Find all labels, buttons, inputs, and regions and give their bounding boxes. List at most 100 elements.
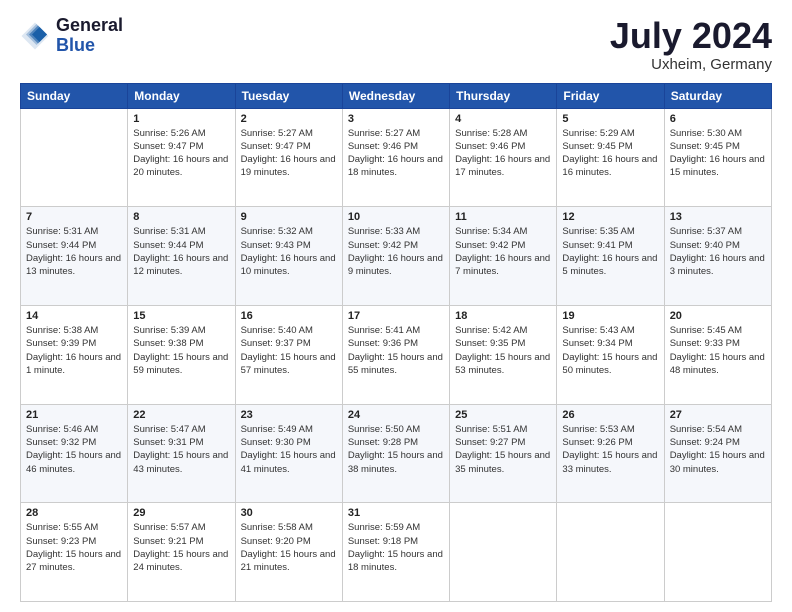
header-row: SundayMondayTuesdayWednesdayThursdayFrid… bbox=[21, 83, 772, 108]
day-number: 9 bbox=[241, 211, 337, 223]
day-cell: 30 Sunrise: 5:58 AMSunset: 9:20 PMDayligh… bbox=[235, 503, 342, 602]
day-number: 17 bbox=[348, 310, 444, 322]
day-cell: 6 Sunrise: 5:30 AMSunset: 9:45 PMDaylight… bbox=[664, 108, 771, 207]
day-cell: 5 Sunrise: 5:29 AMSunset: 9:45 PMDaylight… bbox=[557, 108, 664, 207]
day-info: Sunrise: 5:58 AMSunset: 9:20 PMDaylight:… bbox=[241, 521, 337, 574]
day-info: Sunrise: 5:40 AMSunset: 9:37 PMDaylight:… bbox=[241, 324, 337, 377]
day-number: 31 bbox=[348, 507, 444, 519]
day-number: 10 bbox=[348, 211, 444, 223]
day-info: Sunrise: 5:49 AMSunset: 9:30 PMDaylight:… bbox=[241, 423, 337, 476]
page: General Blue July 2024 Uxheim, Germany S… bbox=[0, 0, 792, 612]
day-cell: 24 Sunrise: 5:50 AMSunset: 9:28 PMDayligh… bbox=[342, 404, 449, 503]
header-cell-tuesday: Tuesday bbox=[235, 83, 342, 108]
day-cell: 22Sunrise: 5:47 AMSunset: 9:31 PMDayligh… bbox=[128, 404, 235, 503]
day-info: Sunrise: 5:45 AMSunset: 9:33 PMDaylight:… bbox=[670, 324, 766, 377]
calendar-table: SundayMondayTuesdayWednesdayThursdayFrid… bbox=[20, 83, 772, 602]
day-cell: 11Sunrise: 5:34 AMSunset: 9:42 PMDayligh… bbox=[450, 207, 557, 306]
day-info: Sunrise: 5:59 AMSunset: 9:18 PMDaylight:… bbox=[348, 521, 444, 574]
logo-text: General Blue bbox=[56, 16, 123, 56]
week-row-2: 7 Sunrise: 5:31 AMSunset: 9:44 PMDaylight… bbox=[21, 207, 772, 306]
day-info: Sunrise: 5:32 AMSunset: 9:43 PMDaylight:… bbox=[241, 225, 337, 278]
day-info: Sunrise: 5:35 AMSunset: 9:41 PMDaylight:… bbox=[562, 225, 658, 278]
day-info: Sunrise: 5:31 AMSunset: 9:44 PMDaylight:… bbox=[133, 225, 229, 278]
day-cell: 26 Sunrise: 5:53 AMSunset: 9:26 PMDayligh… bbox=[557, 404, 664, 503]
day-cell: 18Sunrise: 5:42 AMSunset: 9:35 PMDayligh… bbox=[450, 305, 557, 404]
day-number: 14 bbox=[26, 310, 122, 322]
day-cell: 15Sunrise: 5:39 AMSunset: 9:38 PMDayligh… bbox=[128, 305, 235, 404]
day-cell: 25Sunrise: 5:51 AMSunset: 9:27 PMDayligh… bbox=[450, 404, 557, 503]
day-info: Sunrise: 5:53 AMSunset: 9:26 PMDaylight:… bbox=[562, 423, 658, 476]
day-info: Sunrise: 5:43 AMSunset: 9:34 PMDaylight:… bbox=[562, 324, 658, 377]
day-cell: 3 Sunrise: 5:27 AMSunset: 9:46 PMDaylight… bbox=[342, 108, 449, 207]
day-number: 7 bbox=[26, 211, 122, 223]
day-number: 4 bbox=[455, 113, 551, 125]
day-number: 3 bbox=[348, 113, 444, 125]
day-cell: 13Sunrise: 5:37 AMSunset: 9:40 PMDayligh… bbox=[664, 207, 771, 306]
day-cell: 10 Sunrise: 5:33 AMSunset: 9:42 PMDayligh… bbox=[342, 207, 449, 306]
header-cell-sunday: Sunday bbox=[21, 83, 128, 108]
day-number: 28 bbox=[26, 507, 122, 519]
day-cell: 21Sunrise: 5:46 AMSunset: 9:32 PMDayligh… bbox=[21, 404, 128, 503]
day-number: 27 bbox=[670, 409, 766, 421]
day-cell: 1Sunrise: 5:26 AMSunset: 9:47 PMDaylight… bbox=[128, 108, 235, 207]
day-cell: 12Sunrise: 5:35 AMSunset: 9:41 PMDayligh… bbox=[557, 207, 664, 306]
day-cell: 23 Sunrise: 5:49 AMSunset: 9:30 PMDayligh… bbox=[235, 404, 342, 503]
day-info: Sunrise: 5:41 AMSunset: 9:36 PMDaylight:… bbox=[348, 324, 444, 377]
header: General Blue July 2024 Uxheim, Germany bbox=[20, 16, 772, 73]
day-cell bbox=[664, 503, 771, 602]
day-cell: 2 Sunrise: 5:27 AMSunset: 9:47 PMDaylight… bbox=[235, 108, 342, 207]
day-cell bbox=[557, 503, 664, 602]
day-cell: 7 Sunrise: 5:31 AMSunset: 9:44 PMDaylight… bbox=[21, 207, 128, 306]
title-block: July 2024 Uxheim, Germany bbox=[610, 16, 772, 73]
day-number: 5 bbox=[562, 113, 658, 125]
day-info: Sunrise: 5:38 AMSunset: 9:39 PMDaylight:… bbox=[26, 324, 122, 377]
day-number: 30 bbox=[241, 507, 337, 519]
week-row-4: 21Sunrise: 5:46 AMSunset: 9:32 PMDayligh… bbox=[21, 404, 772, 503]
day-number: 21 bbox=[26, 409, 122, 421]
day-number: 6 bbox=[670, 113, 766, 125]
day-number: 1 bbox=[133, 113, 229, 125]
day-info: Sunrise: 5:31 AMSunset: 9:44 PMDaylight:… bbox=[26, 225, 122, 278]
day-number: 18 bbox=[455, 310, 551, 322]
day-cell: 20 Sunrise: 5:45 AMSunset: 9:33 PMDayligh… bbox=[664, 305, 771, 404]
day-number: 16 bbox=[241, 310, 337, 322]
day-number: 23 bbox=[241, 409, 337, 421]
day-cell: 16 Sunrise: 5:40 AMSunset: 9:37 PMDayligh… bbox=[235, 305, 342, 404]
logo-icon bbox=[20, 21, 50, 51]
day-info: Sunrise: 5:47 AMSunset: 9:31 PMDaylight:… bbox=[133, 423, 229, 476]
week-row-5: 28 Sunrise: 5:55 AMSunset: 9:23 PMDayligh… bbox=[21, 503, 772, 602]
day-number: 2 bbox=[241, 113, 337, 125]
day-number: 8 bbox=[133, 211, 229, 223]
day-info: Sunrise: 5:29 AMSunset: 9:45 PMDaylight:… bbox=[562, 127, 658, 180]
day-info: Sunrise: 5:55 AMSunset: 9:23 PMDaylight:… bbox=[26, 521, 122, 574]
day-info: Sunrise: 5:34 AMSunset: 9:42 PMDaylight:… bbox=[455, 225, 551, 278]
week-row-1: 1Sunrise: 5:26 AMSunset: 9:47 PMDaylight… bbox=[21, 108, 772, 207]
day-info: Sunrise: 5:27 AMSunset: 9:47 PMDaylight:… bbox=[241, 127, 337, 180]
day-number: 24 bbox=[348, 409, 444, 421]
day-cell: 8 Sunrise: 5:31 AMSunset: 9:44 PMDaylight… bbox=[128, 207, 235, 306]
day-cell: 4Sunrise: 5:28 AMSunset: 9:46 PMDaylight… bbox=[450, 108, 557, 207]
day-info: Sunrise: 5:37 AMSunset: 9:40 PMDaylight:… bbox=[670, 225, 766, 278]
logo-line2: Blue bbox=[56, 36, 123, 56]
day-cell bbox=[450, 503, 557, 602]
header-cell-wednesday: Wednesday bbox=[342, 83, 449, 108]
day-info: Sunrise: 5:33 AMSunset: 9:42 PMDaylight:… bbox=[348, 225, 444, 278]
day-cell: 14 Sunrise: 5:38 AMSunset: 9:39 PMDayligh… bbox=[21, 305, 128, 404]
day-cell: 9 Sunrise: 5:32 AMSunset: 9:43 PMDaylight… bbox=[235, 207, 342, 306]
day-number: 19 bbox=[562, 310, 658, 322]
day-number: 20 bbox=[670, 310, 766, 322]
day-info: Sunrise: 5:30 AMSunset: 9:45 PMDaylight:… bbox=[670, 127, 766, 180]
header-cell-friday: Friday bbox=[557, 83, 664, 108]
day-info: Sunrise: 5:27 AMSunset: 9:46 PMDaylight:… bbox=[348, 127, 444, 180]
header-cell-monday: Monday bbox=[128, 83, 235, 108]
day-number: 29 bbox=[133, 507, 229, 519]
day-cell: 19 Sunrise: 5:43 AMSunset: 9:34 PMDayligh… bbox=[557, 305, 664, 404]
day-info: Sunrise: 5:54 AMSunset: 9:24 PMDaylight:… bbox=[670, 423, 766, 476]
day-info: Sunrise: 5:50 AMSunset: 9:28 PMDaylight:… bbox=[348, 423, 444, 476]
week-row-3: 14 Sunrise: 5:38 AMSunset: 9:39 PMDayligh… bbox=[21, 305, 772, 404]
day-cell: 29Sunrise: 5:57 AMSunset: 9:21 PMDayligh… bbox=[128, 503, 235, 602]
day-number: 15 bbox=[133, 310, 229, 322]
day-number: 26 bbox=[562, 409, 658, 421]
subtitle: Uxheim, Germany bbox=[610, 56, 772, 73]
day-cell: 28 Sunrise: 5:55 AMSunset: 9:23 PMDayligh… bbox=[21, 503, 128, 602]
